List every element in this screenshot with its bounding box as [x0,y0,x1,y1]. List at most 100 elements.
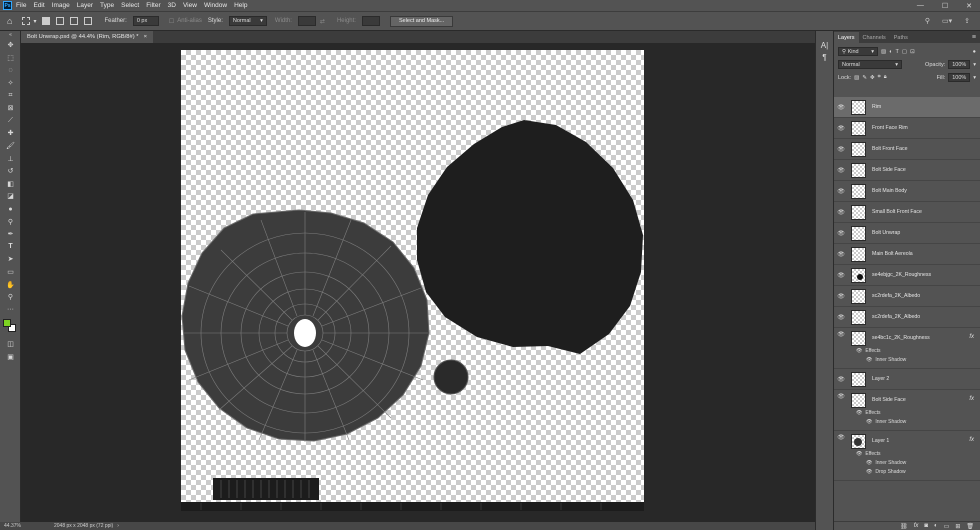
menu-filter[interactable]: Filter [146,2,160,9]
layer-name[interactable]: Bolt Front Face [872,146,907,152]
filter-pixel-icon[interactable]: ▨ [881,49,886,55]
feather-input[interactable]: 0 px [132,16,159,26]
visibility-eye-icon[interactable]: 👁︎ [834,188,848,195]
paint-bucket-tool-icon[interactable]: ◪ [0,190,21,203]
visibility-eye-icon[interactable]: 👁︎ [834,393,848,400]
eraser-tool-icon[interactable]: ◧ [0,178,21,191]
visibility-eye-icon[interactable]: 👁︎ [834,293,848,300]
maximize-button[interactable]: ☐ [942,2,948,10]
effect-inner-shadow[interactable]: 👁︎ Inner Shadow [866,419,906,425]
blend-mode-select[interactable]: Normal ▾ [838,60,902,69]
search-icon[interactable]: ⚲ [925,17,930,25]
crop-tool-icon[interactable]: ⌗ [0,89,21,102]
add-selection-icon[interactable] [56,17,65,25]
share-icon[interactable]: ⇪ [964,17,970,25]
rectangle-tool-icon[interactable]: ▭ [0,266,21,279]
height-input[interactable] [361,16,380,26]
fill-input[interactable]: 100% [948,73,971,82]
layer-name[interactable]: Bolt Side Face [872,167,906,173]
add-style-icon[interactable]: fx [914,523,919,529]
move-tool-icon[interactable]: ✥ [0,39,21,52]
layer-row[interactable]: 👁︎ Bolt Side Face [834,160,980,181]
filter-type-icon[interactable]: T [896,49,899,55]
menu-help[interactable]: Help [234,2,247,9]
effect-inner-shadow[interactable]: 👁︎ Inner Shadow [866,460,906,466]
visibility-eye-icon[interactable]: 👁︎ [834,209,848,216]
brush-tool-icon[interactable]: 🖌 [0,140,21,153]
close-button[interactable]: ✕ [966,2,972,10]
quick-mask-icon[interactable]: ◫ [0,338,21,351]
layer-name[interactable]: se4bc1c_2K_Roughness [872,335,930,341]
antialias-checkbox[interactable]: ☐ Anti-alias [169,18,202,25]
minimize-button[interactable]: — [917,2,924,10]
layer-row[interactable]: 👁︎ Layer 2 [834,369,980,390]
layer-name[interactable]: Bolt Side Face [872,397,906,403]
canvas-area[interactable] [21,43,815,522]
visibility-eye-icon[interactable]: 👁︎ [834,376,848,383]
style-select[interactable]: Normal ▾ [228,16,267,26]
status-arrow-icon[interactable]: › [117,523,119,529]
adjustment-layer-icon[interactable]: ◐ [934,523,938,529]
visibility-eye-icon[interactable]: 👁︎ [856,348,862,354]
menu-window[interactable]: Window [204,2,227,9]
visibility-eye-icon[interactable]: 👁︎ [856,451,862,457]
visibility-eye-icon[interactable]: 👁︎ [866,469,872,475]
intersect-selection-icon[interactable] [84,17,93,25]
layer-name[interactable]: Bolt Unwrap [872,230,900,236]
new-group-icon[interactable]: ▭ [944,523,950,530]
visibility-eye-icon[interactable]: 👁︎ [866,419,872,425]
effect-drop-shadow[interactable]: 👁︎ Drop Shadow [866,469,906,475]
layer-row[interactable]: 👁︎ sc2rdefa_2K_Albedo [834,307,980,328]
visibility-eye-icon[interactable]: 👁︎ [834,331,848,338]
tab-layers[interactable]: Layers [834,32,859,43]
layer-name[interactable]: Layer 2 [872,376,889,382]
toolbar-collapse-icon[interactable]: « [0,31,21,39]
frame-tool-icon[interactable]: ⊠ [0,102,21,115]
visibility-eye-icon[interactable]: 👁︎ [834,167,848,174]
history-brush-tool-icon[interactable]: ↺ [0,165,21,178]
visibility-eye-icon[interactable]: 👁︎ [834,125,848,132]
character-panel-icon[interactable]: A| [816,41,833,50]
swap-icon[interactable]: ⇄ [320,18,325,25]
healing-brush-tool-icon[interactable]: ✚ [0,127,21,140]
type-tool-icon[interactable]: T [0,241,21,254]
filter-smart-icon[interactable]: ⊡ [910,49,915,55]
layer-effects-icon[interactable]: fx [969,334,974,340]
add-mask-icon[interactable]: ◙ [924,523,928,529]
select-and-mask-button[interactable]: Select and Mask... [389,15,454,27]
layer-row[interactable]: 👁︎ Main Bolt Aereola [834,244,980,265]
visibility-eye-icon[interactable]: 👁︎ [866,460,872,466]
effects-row[interactable]: 👁︎ Effects [856,348,881,354]
new-layer-icon[interactable]: ⊞ [955,523,960,530]
more-tools-icon[interactable]: ··· [0,303,21,316]
clone-stamp-tool-icon[interactable]: ⊥ [0,152,21,165]
layer-row[interactable]: 👁︎ Small Bolt Front Face [834,202,980,223]
layer-row[interactable]: 👁︎ Rim [834,97,980,118]
layer-name[interactable]: sc2rdefa_2K_Albedo [872,314,920,320]
pen-tool-icon[interactable]: ✒ [0,228,21,241]
visibility-eye-icon[interactable]: 👁︎ [834,230,848,237]
layer-name[interactable]: sc2rdefa_2K_Albedo [872,293,920,299]
layer-effects-icon[interactable]: fx [969,396,974,402]
lock-artboard-icon[interactable]: ⌗ [878,74,881,81]
layer-name[interactable]: Main Bolt Aereola [872,251,913,257]
visibility-eye-icon[interactable]: 👁︎ [834,104,848,111]
blur-tool-icon[interactable]: ● [0,203,21,216]
lock-all-icon[interactable]: 🔒︎ [884,74,887,81]
subtract-selection-icon[interactable] [70,17,79,25]
layer-row[interactable]: 👁︎ Bolt Front Face [834,139,980,160]
path-selection-tool-icon[interactable]: ➤ [0,253,21,266]
layer-effects-icon[interactable]: fx [969,437,974,443]
menu-file[interactable]: File [16,2,26,9]
document-tab[interactable]: Bolt Unwrap.psd @ 44.4% (Rim, RGB/8#) * … [21,31,153,43]
menu-type[interactable]: Type [100,2,114,9]
tab-paths[interactable]: Paths [890,32,912,43]
menu-select[interactable]: Select [121,2,139,9]
magic-wand-tool-icon[interactable]: ✧ [0,77,21,90]
lock-position-icon[interactable]: ✥ [870,75,875,81]
width-input[interactable] [297,16,316,26]
layer-row[interactable]: 👁︎ Bolt Side Face fx 👁︎ Effects 👁︎ Inner S… [834,390,980,431]
layer-name[interactable]: Small Bolt Front Face [872,209,922,215]
filter-shape-icon[interactable]: ▢ [902,49,907,55]
effect-inner-shadow[interactable]: 👁︎ Inner Shadow [866,357,906,363]
